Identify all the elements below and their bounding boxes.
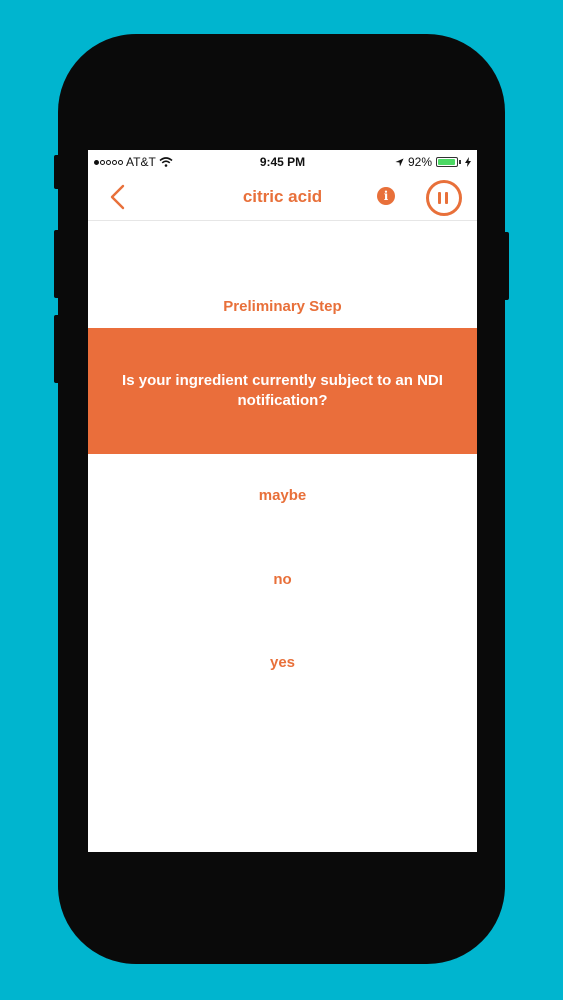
battery-icon [436, 157, 458, 167]
question-banner: Is your ingredient currently subject to … [88, 328, 477, 454]
step-label: Preliminary Step [223, 298, 342, 315]
status-bar: AT&T 9:45 PM 92% [88, 150, 477, 174]
pause-icon [438, 192, 441, 204]
info-icon[interactable]: i [377, 187, 395, 205]
navigation-bar: citric acid i [88, 174, 477, 221]
power-button [503, 232, 509, 300]
status-right: 92% [395, 155, 471, 169]
question-text: Is your ingredient currently subject to … [122, 372, 443, 409]
volume-down-button [54, 315, 60, 383]
mute-switch [54, 155, 60, 189]
pause-button[interactable] [426, 180, 462, 216]
answer-option-maybe[interactable]: maybe [88, 476, 477, 516]
page-title: citric acid [242, 187, 323, 206]
location-arrow-icon [395, 157, 404, 167]
battery-percent: 92% [407, 155, 432, 169]
charging-bolt-icon [465, 157, 471, 167]
answer-option-yes[interactable]: yes [88, 643, 477, 683]
app-screen: AT&T 9:45 PM 92% citric acid i Prelimina… [88, 150, 477, 852]
answer-option-no[interactable]: no [88, 560, 477, 600]
volume-up-button [54, 230, 60, 298]
